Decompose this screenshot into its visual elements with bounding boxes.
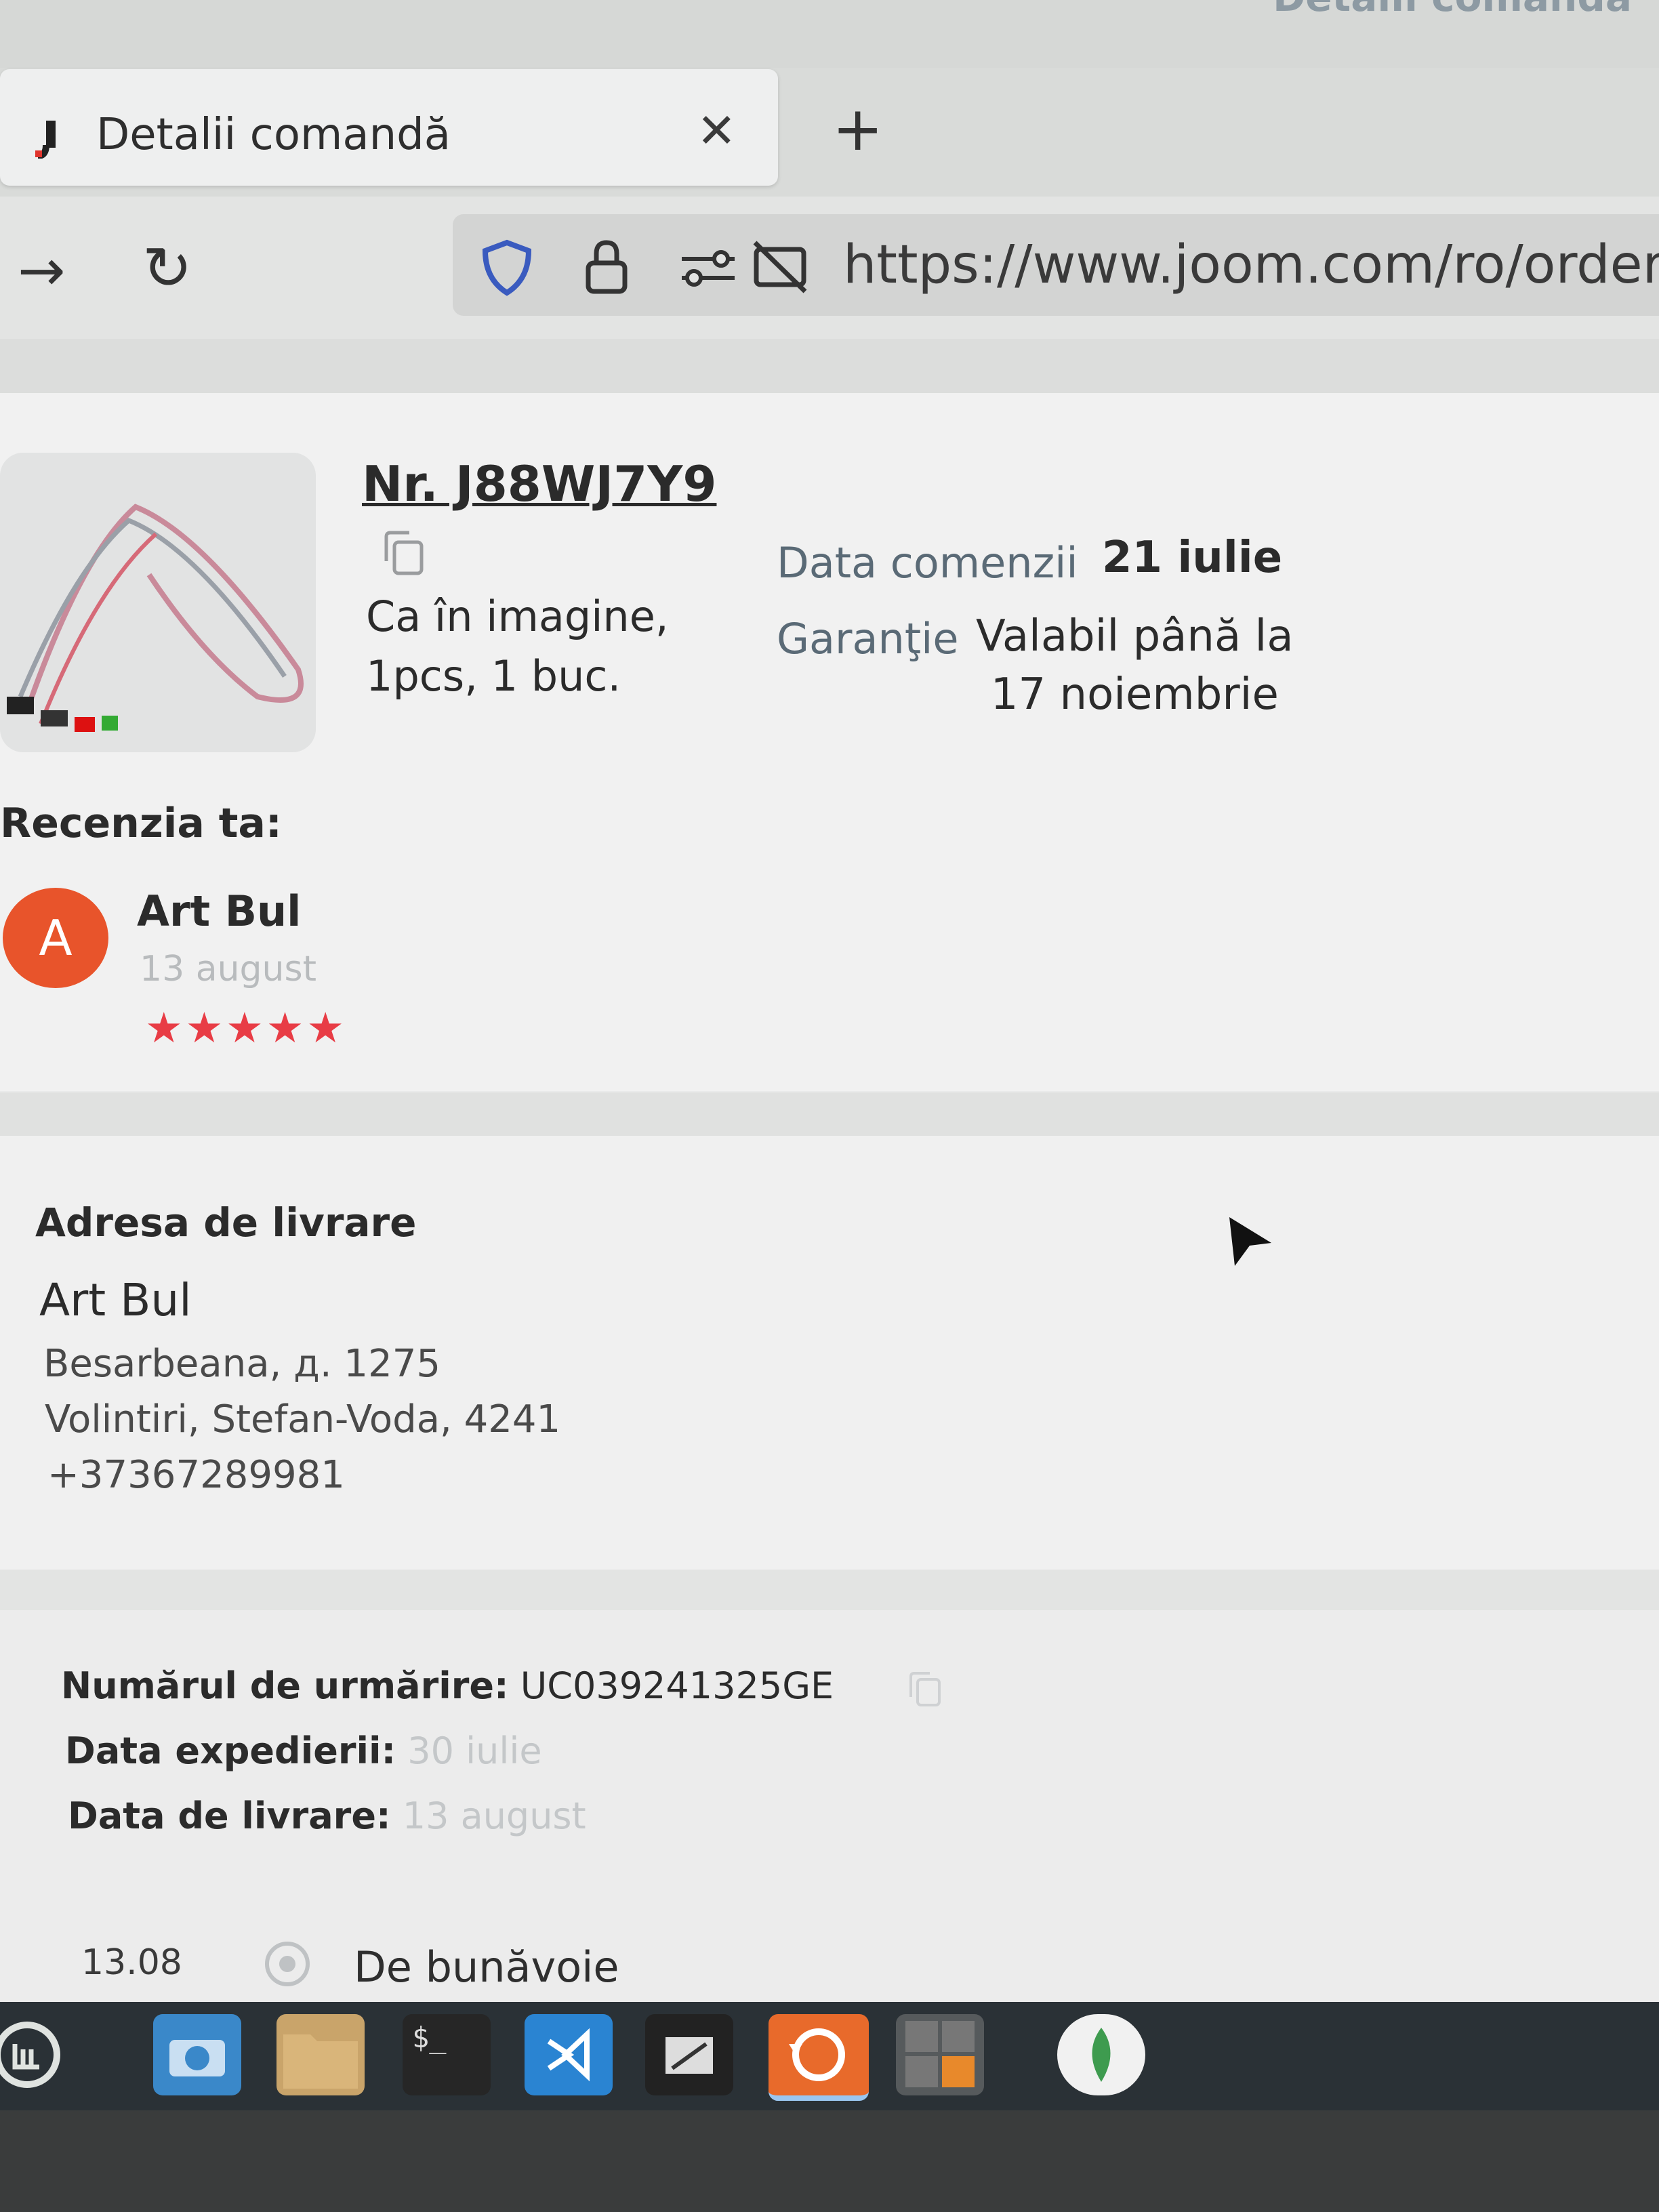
delivery-date-label: Data de livrare: xyxy=(68,1795,391,1837)
warranty-label: Garanţie xyxy=(777,614,959,663)
avatar: A xyxy=(3,888,108,988)
address-heading: Adresa de livrare xyxy=(35,1200,417,1246)
star-rating: ★★★★★ xyxy=(145,1003,347,1052)
history-date: 13.08 xyxy=(81,1942,182,1983)
tracking-number-row: Numărul de urmărire: UC039241325GE xyxy=(61,1664,834,1707)
vscode-glyph xyxy=(547,2028,590,2082)
sync-icon[interactable] xyxy=(769,2014,869,2101)
shipped-date-row: Data expedierii: 30 iulie xyxy=(65,1729,542,1772)
timeline-dot-icon xyxy=(265,1942,310,1986)
folder-icon[interactable] xyxy=(276,2014,365,2095)
calculator-icon[interactable] xyxy=(896,2014,984,2095)
order-date-value: 21 iulie xyxy=(1102,533,1283,583)
review-date: 13 august xyxy=(140,949,316,989)
mouse-cursor-icon xyxy=(1229,1217,1271,1266)
terminal-prompt: $_ xyxy=(412,2021,447,2054)
address-line: Besarbeana, д. 1275 xyxy=(43,1342,441,1386)
folder-glyph xyxy=(283,2034,358,2089)
variant-line: Ca în imagine, xyxy=(366,592,669,641)
order-date-label: Data comenzii xyxy=(777,538,1078,588)
tracking-number-value[interactable]: UC039241325GE xyxy=(520,1664,834,1707)
window-top-strip: Detalii comandă xyxy=(0,0,1659,68)
warranty-line: 17 noiembrie xyxy=(990,670,1279,720)
recipient-name: Art Bul xyxy=(39,1274,192,1326)
reload-button[interactable]: ↻ xyxy=(142,233,192,303)
tab-close-icon[interactable]: ✕ xyxy=(697,103,737,159)
review-author: Art Bul xyxy=(137,886,302,936)
mint-menu-icon[interactable] xyxy=(0,2014,75,2095)
variant-line: 1pcs, 1 buc. xyxy=(366,651,621,701)
tracking-protection-shield-icon[interactable] xyxy=(480,239,534,297)
tracking-number-label: Numărul de urmărire: xyxy=(61,1664,509,1707)
delivery-date-row: Data de livrare: 13 august xyxy=(68,1795,586,1837)
terminal-icon[interactable]: $_ xyxy=(403,2014,491,2095)
desk-background xyxy=(0,2110,1659,2212)
history-status: De bunăvoie xyxy=(354,1942,619,1992)
calculator-glyph xyxy=(905,2021,975,2087)
page-gap xyxy=(0,339,1659,393)
tab-title: Detalii comandă xyxy=(96,110,451,160)
mint-logo xyxy=(0,2022,60,2088)
copy-icon[interactable] xyxy=(377,526,431,580)
url-text[interactable]: https://www.joom.com/ro/orders/o xyxy=(843,234,1659,295)
product-image[interactable] xyxy=(0,453,316,752)
lock-icon[interactable] xyxy=(583,239,630,295)
shipped-date-label: Data expedierii: xyxy=(65,1729,396,1772)
warranty-value: Valabil până la 17 noiembrie xyxy=(976,607,1294,724)
shipped-date-value: 30 iulie xyxy=(407,1729,542,1772)
sync-glyph xyxy=(789,2028,845,2081)
window-title-ghost: Detalii comandă xyxy=(1273,0,1632,20)
mongodb-icon[interactable] xyxy=(1057,2014,1145,2095)
cable-photo xyxy=(7,504,304,732)
section-gap xyxy=(0,1092,1659,1136)
new-tab-button[interactable]: + xyxy=(832,94,883,165)
product-variant: Ca în imagine, 1pcs, 1 buc. xyxy=(366,587,669,706)
editor-glyph xyxy=(665,2037,713,2074)
review-heading: Recenzia ta: xyxy=(0,800,282,847)
delivery-date-value: 13 august xyxy=(402,1795,586,1837)
text-editor-icon[interactable] xyxy=(645,2014,733,2095)
joom-favicon-icon xyxy=(35,121,56,159)
order-number-link[interactable]: Nr. J88WJ7Y9 xyxy=(362,455,716,512)
permissions-icon[interactable] xyxy=(678,243,739,291)
copy-tracking-icon[interactable] xyxy=(907,1670,943,1709)
vscode-icon[interactable] xyxy=(525,2014,613,2095)
blocked-media-icon[interactable] xyxy=(751,239,809,295)
leaf-glyph xyxy=(1092,2028,1111,2082)
section-gap xyxy=(0,1570,1659,1610)
camera-glyph xyxy=(169,2040,225,2076)
phone-number: +37367289981 xyxy=(47,1453,345,1497)
warranty-line: Valabil până la xyxy=(976,611,1294,661)
camera-icon[interactable] xyxy=(153,2014,241,2095)
address-line: Volintiri, Stefan-Voda, 4241 xyxy=(45,1397,561,1441)
forward-button[interactable]: → xyxy=(18,237,65,304)
